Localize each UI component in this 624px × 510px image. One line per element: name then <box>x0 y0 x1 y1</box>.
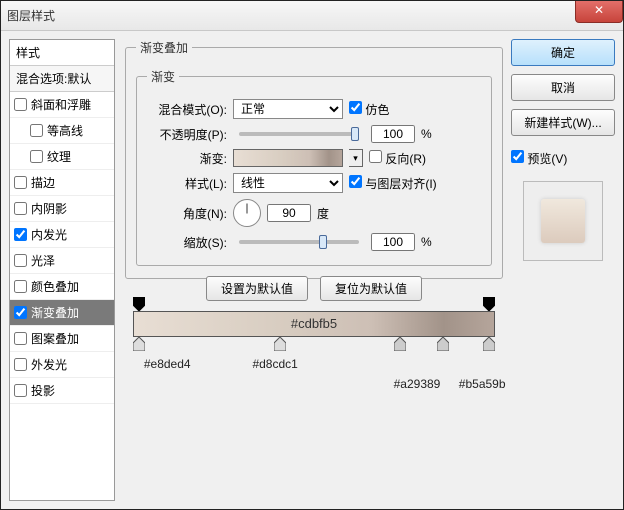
color-stop-icon[interactable] <box>483 337 495 351</box>
style-item-2[interactable]: 纹理 <box>10 144 114 170</box>
style-checkbox[interactable] <box>14 254 27 267</box>
main-panel: 渐变叠加 渐变 混合模式(O): 正常 仿色 不透明度(P): % <box>125 39 503 501</box>
style-checkbox[interactable] <box>30 150 43 163</box>
blend-mode-select[interactable]: 正常 <box>233 99 343 119</box>
reverse-option[interactable]: 反向(R) <box>369 150 426 167</box>
titlebar: 图层样式 ✕ <box>1 1 623 31</box>
style-item-11[interactable]: 投影 <box>10 378 114 404</box>
group-title: 渐变叠加 <box>136 39 192 56</box>
scale-slider[interactable] <box>239 240 359 244</box>
preview-checkbox[interactable] <box>511 150 524 163</box>
style-item-7[interactable]: 颜色叠加 <box>10 274 114 300</box>
style-item-5[interactable]: 内发光 <box>10 222 114 248</box>
style-subheader[interactable]: 混合选项:默认 <box>10 66 114 92</box>
opacity-stop-icon[interactable] <box>133 297 145 311</box>
hex-label: #d8cdc1 <box>252 357 297 371</box>
pct-label: % <box>421 127 432 141</box>
close-button[interactable]: ✕ <box>575 1 623 23</box>
style-item-label: 描边 <box>31 174 55 191</box>
style-checkbox[interactable] <box>14 358 27 371</box>
color-stop-icon[interactable] <box>437 337 449 351</box>
opacity-slider[interactable] <box>239 132 359 136</box>
style-checkbox[interactable] <box>14 176 27 189</box>
opacity-label: 不透明度(P): <box>147 126 227 143</box>
cancel-button[interactable]: 取消 <box>511 74 615 101</box>
right-column: 确定 取消 新建样式(W)... 预览(V) <box>511 39 615 261</box>
preview-box <box>523 181 603 261</box>
style-item-0[interactable]: 斜面和浮雕 <box>10 92 114 118</box>
style-checkbox[interactable] <box>30 124 43 137</box>
gradient-editor: #cdbfb5 #e8ded4#d8cdc1#a29389#b5a59b <box>125 295 503 337</box>
scale-input[interactable] <box>371 233 415 251</box>
opacity-stop-icon[interactable] <box>483 297 495 311</box>
angle-label: 角度(N): <box>147 205 227 222</box>
angle-dial[interactable] <box>233 199 261 227</box>
style-checkbox[interactable] <box>14 306 27 319</box>
scale-label: 缩放(S): <box>147 234 227 251</box>
hex-center-label: #cdbfb5 <box>134 316 494 331</box>
style-item-3[interactable]: 描边 <box>10 170 114 196</box>
align-option[interactable]: 与图层对齐(I) <box>349 175 437 192</box>
style-item-label: 图案叠加 <box>31 330 79 347</box>
style-label: 样式(L): <box>147 175 227 192</box>
style-item-8[interactable]: 渐变叠加 <box>10 300 114 326</box>
hex-label: #b5a59b <box>459 377 506 391</box>
color-stop-icon[interactable] <box>133 337 145 351</box>
window-title: 图层样式 <box>7 7 55 24</box>
color-stop-icon[interactable] <box>274 337 286 351</box>
gradient-dropdown-icon[interactable]: ▾ <box>349 149 363 167</box>
style-checkbox[interactable] <box>14 202 27 215</box>
ok-button[interactable]: 确定 <box>511 39 615 66</box>
gradient-overlay-group: 渐变叠加 渐变 混合模式(O): 正常 仿色 不透明度(P): % <box>125 39 503 279</box>
preview-swatch <box>541 199 585 243</box>
blend-mode-label: 混合模式(O): <box>147 101 227 118</box>
dither-checkbox[interactable] <box>349 101 362 114</box>
pct-label2: % <box>421 235 432 249</box>
style-item-label: 纹理 <box>47 148 71 165</box>
opacity-input[interactable] <box>371 125 415 143</box>
style-item-label: 内发光 <box>31 226 67 243</box>
new-style-button[interactable]: 新建样式(W)... <box>511 109 615 136</box>
style-item-9[interactable]: 图案叠加 <box>10 326 114 352</box>
gradient-label: 渐变: <box>147 150 227 167</box>
style-checkbox[interactable] <box>14 332 27 345</box>
gradient-group: 渐变 混合模式(O): 正常 仿色 不透明度(P): % 渐变: <box>136 68 492 266</box>
style-item-1[interactable]: 等高线 <box>10 118 114 144</box>
style-checkbox[interactable] <box>14 228 27 241</box>
style-item-label: 光泽 <box>31 252 55 269</box>
style-checkbox[interactable] <box>14 280 27 293</box>
hex-label: #a29389 <box>394 377 441 391</box>
style-item-label: 渐变叠加 <box>31 304 79 321</box>
style-checkbox[interactable] <box>14 98 27 111</box>
style-checkbox[interactable] <box>14 384 27 397</box>
style-item-4[interactable]: 内阴影 <box>10 196 114 222</box>
style-header[interactable]: 样式 <box>10 40 114 66</box>
color-stop-icon[interactable] <box>394 337 406 351</box>
style-select[interactable]: 线性 <box>233 173 343 193</box>
close-icon: ✕ <box>594 3 604 17</box>
style-item-10[interactable]: 外发光 <box>10 352 114 378</box>
inner-title: 渐变 <box>147 68 179 85</box>
gradient-bar[interactable]: #cdbfb5 <box>133 311 495 337</box>
style-item-label: 内阴影 <box>31 200 67 217</box>
style-list: 样式 混合选项:默认 斜面和浮雕等高线纹理描边内阴影内发光光泽颜色叠加渐变叠加图… <box>9 39 115 501</box>
style-item-label: 颜色叠加 <box>31 278 79 295</box>
hex-label: #e8ded4 <box>144 357 191 371</box>
angle-input[interactable] <box>267 204 311 222</box>
style-item-6[interactable]: 光泽 <box>10 248 114 274</box>
preview-option[interactable]: 预览(V) <box>511 150 615 167</box>
angle-unit: 度 <box>317 205 329 222</box>
content-area: 样式 混合选项:默认 斜面和浮雕等高线纹理描边内阴影内发光光泽颜色叠加渐变叠加图… <box>9 39 615 501</box>
layer-style-dialog: 图层样式 ✕ 样式 混合选项:默认 斜面和浮雕等高线纹理描边内阴影内发光光泽颜色… <box>0 0 624 510</box>
style-item-label: 投影 <box>31 382 55 399</box>
reverse-checkbox[interactable] <box>369 150 382 163</box>
style-item-label: 等高线 <box>47 122 83 139</box>
style-item-label: 斜面和浮雕 <box>31 96 91 113</box>
gradient-swatch[interactable] <box>233 149 343 167</box>
dither-option[interactable]: 仿色 <box>349 101 389 118</box>
align-checkbox[interactable] <box>349 175 362 188</box>
style-item-label: 外发光 <box>31 356 67 373</box>
